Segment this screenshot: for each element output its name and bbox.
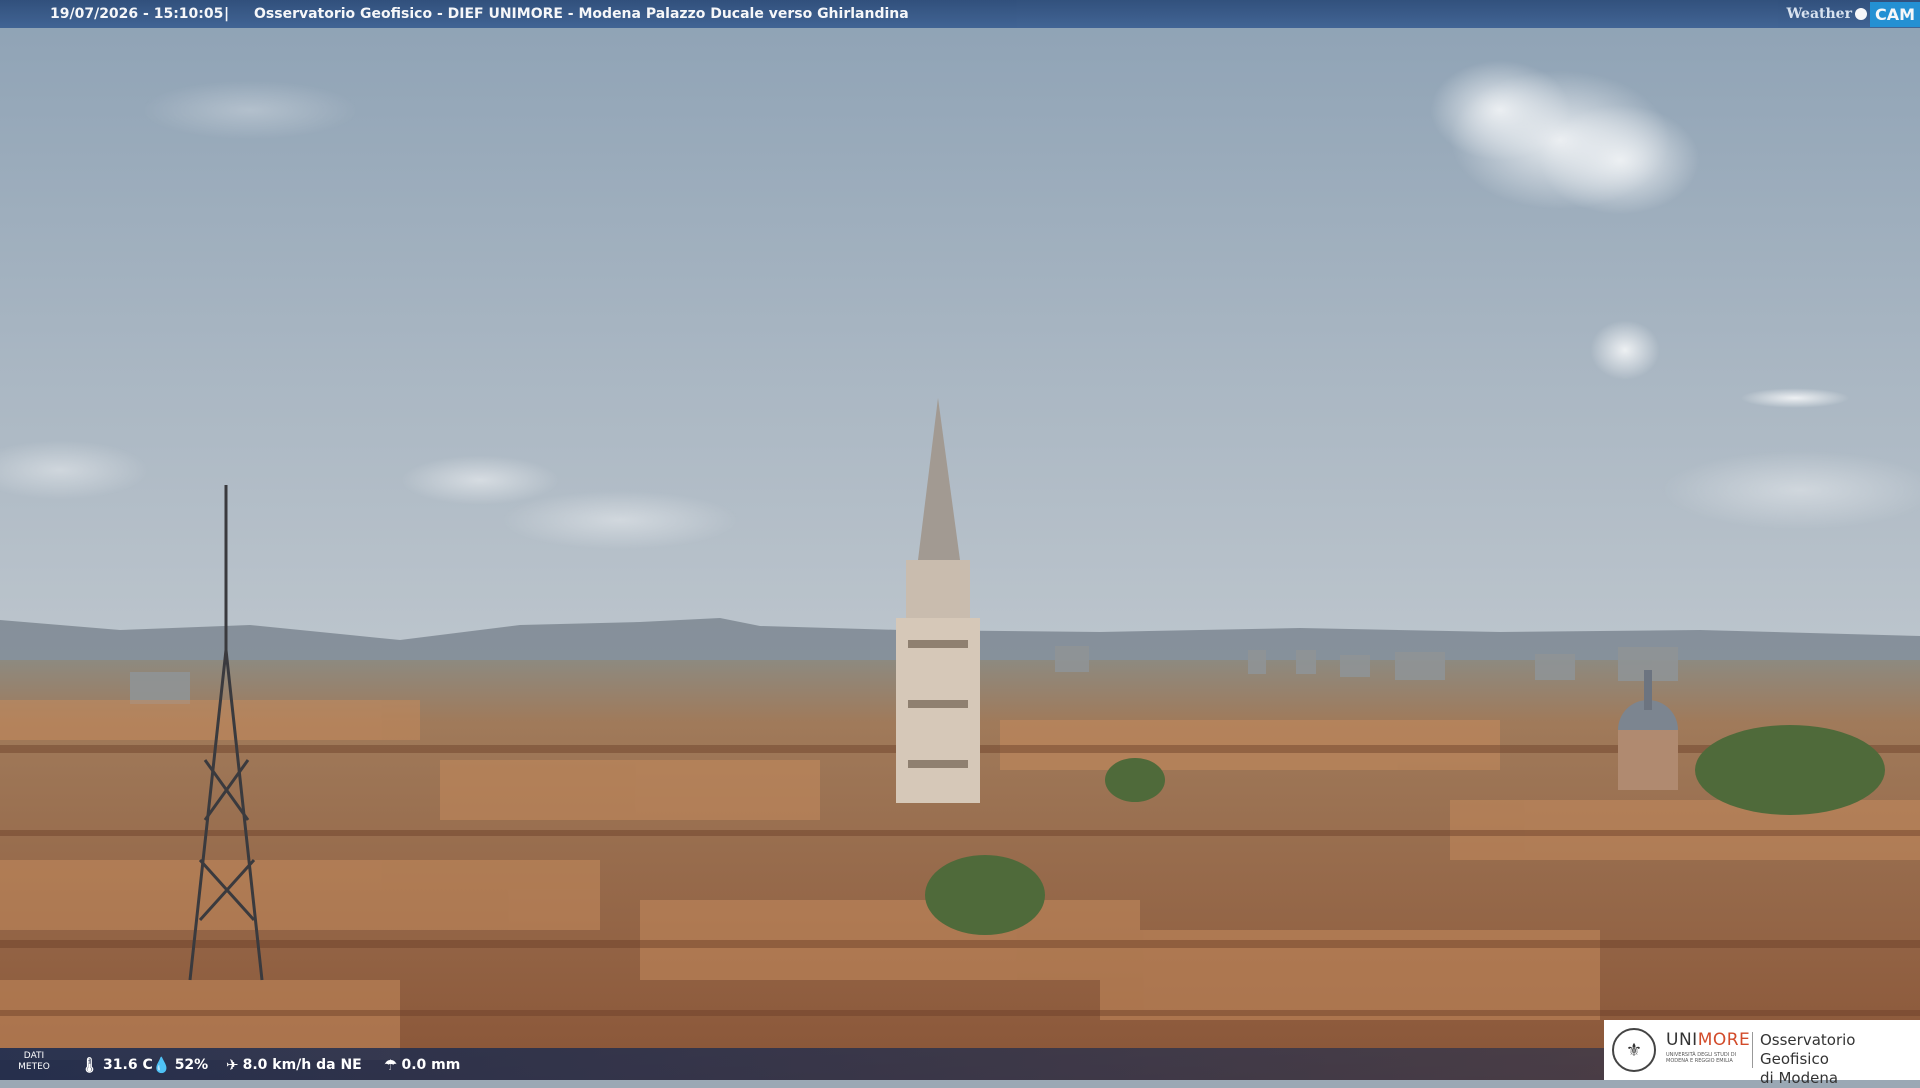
timestamp: 19/07/2026 - 15:10:05 bbox=[50, 6, 224, 22]
logo-divider bbox=[1752, 1032, 1753, 1068]
wind-reading: ✈ 8.0 km/h da NE bbox=[226, 1056, 362, 1074]
observatory-line1: Osservatorio Geofisico bbox=[1760, 1031, 1856, 1068]
info-bar-top: 19/07/2026 - 15:10:05 | Osservatorio Geo… bbox=[0, 0, 1920, 28]
temperature-reading: 🌡 31.6 C bbox=[80, 1056, 153, 1074]
unimore-logo-panel: ⚜ UNIMORE UNIVERSITÀ DEGLI STUDI DI MODE… bbox=[1604, 1020, 1920, 1087]
weather-label-line1: DATI bbox=[23, 1051, 45, 1061]
humidity-reading: 💧 52% bbox=[152, 1056, 208, 1074]
university-name-suffix: MORE bbox=[1697, 1030, 1751, 1050]
weather-data-bar: DATI METEO 🌡 31.6 C 💧 52% ✈ 8.0 km/h da … bbox=[0, 1048, 1604, 1080]
observatory-line2: di Modena bbox=[1760, 1069, 1839, 1087]
humidity-value: 52% bbox=[174, 1057, 209, 1073]
university-subtitle: UNIVERSITÀ DEGLI STUDI DI MODENA E REGGI… bbox=[1666, 1052, 1737, 1064]
weather-label: DATI METEO bbox=[14, 1051, 54, 1073]
temperature-value: 31.6 C bbox=[103, 1057, 153, 1073]
university-name-prefix: UNI bbox=[1666, 1030, 1698, 1050]
logo-weather-text: Weather bbox=[1786, 6, 1852, 22]
rain-icon: ☂ bbox=[384, 1056, 398, 1074]
thermometer-icon: 🌡 bbox=[80, 1056, 100, 1074]
camera-title: Osservatorio Geofisico - DIEF UNIMORE - … bbox=[254, 6, 909, 22]
humidity-icon: 💧 bbox=[152, 1056, 171, 1074]
wind-icon: ✈ bbox=[226, 1056, 239, 1074]
weathercam-logo: Weather CAM bbox=[1780, 0, 1920, 28]
university-seal-icon: ⚜ bbox=[1612, 1028, 1656, 1072]
wind-value: 8.0 km/h da NE bbox=[242, 1057, 362, 1073]
rain-value: 0.0 mm bbox=[401, 1057, 461, 1073]
logo-cam-text: CAM bbox=[1869, 1, 1920, 27]
rain-reading: ☂ 0.0 mm bbox=[384, 1056, 460, 1074]
webcam-scene bbox=[0, 0, 1920, 1080]
university-name: UNIMORE bbox=[1666, 1030, 1750, 1050]
logo-dot-icon bbox=[1854, 8, 1867, 20]
weather-label-line2: METEO bbox=[18, 1062, 50, 1072]
separator: | bbox=[224, 6, 230, 22]
observatory-name: Osservatorio Geofisico di Modena bbox=[1760, 1031, 1920, 1088]
